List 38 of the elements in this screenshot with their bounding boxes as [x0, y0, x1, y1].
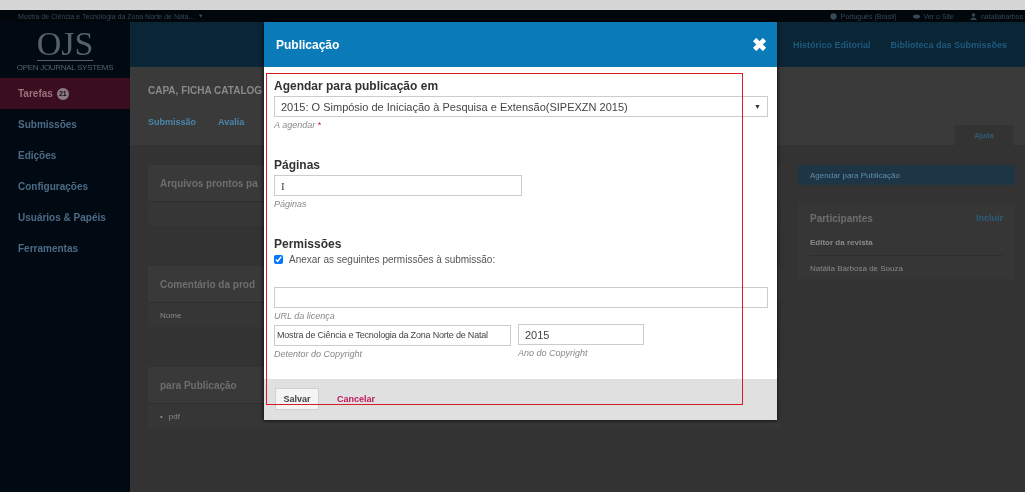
header-nav-link[interactable]: Histórico Editorial: [792, 39, 871, 50]
schedule-button[interactable]: Agendar para Publicação: [798, 165, 1015, 185]
workflow-tab[interactable]: Avalia: [218, 117, 245, 127]
cancel-link[interactable]: Cancelar: [337, 394, 376, 404]
field-label: Agendar para publicação em: [274, 79, 440, 93]
sidebar-item[interactable]: Configurações: [0, 171, 130, 202]
copyright-year-field[interactable]: 2015: [518, 324, 644, 345]
sidebar-item[interactable]: Ferramentas: [0, 233, 130, 264]
field-hint: A agendar *: [274, 120, 323, 130]
bullet-icon: •: [160, 411, 163, 421]
save-button[interactable]: Salvar: [275, 388, 319, 410]
modal-title: Publicação: [276, 37, 340, 52]
logo-subtitle: OPEN JOURNAL SYSTEMS: [16, 63, 114, 72]
checkbox[interactable]: [274, 255, 283, 264]
close-button[interactable]: ✖: [752, 33, 767, 56]
group-title: Editor da revista: [810, 238, 874, 249]
header-nav-link[interactable]: Biblioteca das Submissões: [890, 39, 1007, 50]
participants-title: Participantes: [810, 213, 873, 224]
field-hint: Páginas: [274, 199, 308, 209]
workflow-tab[interactable]: Submissão: [148, 117, 196, 127]
copyright-holder-field[interactable]: Mostra de Ciência e Tecnologia da Zona Norte de Natal: [274, 324, 511, 346]
field-hint: Ano do Copyright: [518, 348, 589, 358]
pages-field[interactable]: I: [274, 175, 522, 196]
globe-icon: [829, 12, 837, 20]
sidebar-item[interactable]: Submissões: [0, 109, 130, 140]
field-hint: Detentor do Copyright: [274, 348, 364, 359]
field-label: Permissões: [274, 237, 343, 251]
field-hint: URL da licença: [274, 311, 336, 321]
license-url-field[interactable]: [274, 287, 768, 308]
logo[interactable]: OJS: [36, 28, 94, 61]
submission-title: CAPA, FICHA CATALOG: [148, 85, 263, 96]
sidebar-item[interactable]: Edições: [0, 140, 130, 171]
sidebar-item[interactable]: Usuários & Papéis: [0, 202, 130, 233]
eye-icon: [912, 12, 920, 20]
user-icon: [969, 12, 977, 20]
checkbox-label: Anexar as seguintes permissões à submissão:: [289, 254, 496, 265]
file-link[interactable]: pdf: [168, 411, 180, 421]
participant-item[interactable]: Natália Barbosa de Souza: [810, 255, 1003, 279]
